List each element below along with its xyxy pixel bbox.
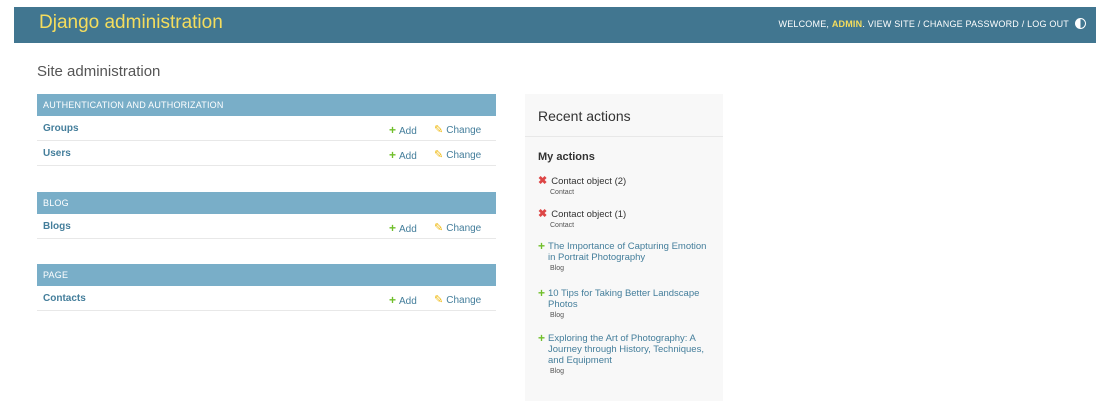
model-row-users: Users + Add ✎ Change (37, 141, 496, 166)
action-type: Blog (550, 368, 565, 375)
add-icon: + (389, 221, 397, 235)
change-label: Change (446, 223, 482, 234)
change-password-link[interactable]: CHANGE PASSWORD (923, 19, 1019, 29)
action-item: + The Importance of Capturing Emotion in… (538, 239, 716, 272)
my-actions-heading: My actions (538, 151, 595, 163)
site-brand-link[interactable]: Django administration (39, 12, 223, 34)
recent-actions-title: Recent actions (538, 108, 631, 124)
action-title: Contact object (1) (551, 209, 627, 220)
action-item: + 10 Tips for Taking Better Landscape Ph… (538, 286, 716, 319)
change-label: Change (446, 150, 482, 161)
add-icon: + (538, 286, 546, 300)
add-blogs-button[interactable]: + Add (389, 221, 417, 235)
module-blog: BLOG Blogs + Add ✎ Change (37, 192, 496, 239)
delete-icon: ✖ (538, 175, 548, 187)
action-title-link[interactable]: Exploring the Art of Photography: A Jour… (548, 333, 716, 366)
model-link-users[interactable]: Users (43, 148, 71, 159)
pencil-icon: ✎ (434, 222, 444, 234)
log-out-link[interactable]: LOG OUT (1027, 19, 1069, 29)
recent-actions-panel: Recent actions My actions ✖ Contact obje… (525, 94, 723, 401)
model-link-contacts[interactable]: Contacts (43, 293, 86, 304)
action-type: Blog (550, 312, 565, 319)
model-row-blogs: Blogs + Add ✎ Change (37, 214, 496, 239)
add-groups-button[interactable]: + Add (389, 123, 417, 137)
action-type: Contact (550, 222, 575, 229)
add-icon: + (389, 123, 397, 137)
add-icon: + (389, 293, 397, 307)
add-label: Add (399, 126, 417, 137)
delete-icon: ✖ (538, 208, 548, 220)
module-authentication: AUTHENTICATION AND AUTHORIZATION Groups … (37, 94, 496, 166)
header: Django administration WELCOME, ADMIN. VI… (14, 7, 1096, 43)
module-caption[interactable]: BLOG (37, 192, 496, 214)
module-caption[interactable]: PAGE (37, 264, 496, 286)
add-label: Add (399, 224, 417, 235)
add-icon: + (538, 331, 546, 345)
change-users-button[interactable]: ✎ Change (434, 148, 481, 161)
action-type: Blog (550, 265, 565, 272)
add-label: Add (399, 296, 417, 307)
model-link-blogs[interactable]: Blogs (43, 221, 71, 232)
model-row-contacts: Contacts + Add ✎ Change (37, 286, 496, 311)
pencil-icon: ✎ (434, 124, 444, 136)
action-item: ✖ Contact object (1) Contact (538, 208, 716, 230)
add-users-button[interactable]: + Add (389, 148, 417, 162)
separator: / (1021, 18, 1025, 29)
model-link-groups[interactable]: Groups (43, 123, 79, 134)
action-item: ✖ Contact object (2) Contact (538, 175, 716, 197)
separator: / (917, 18, 921, 29)
page-title: Site administration (37, 63, 161, 80)
pencil-icon: ✎ (434, 149, 444, 161)
divider (525, 136, 723, 137)
change-groups-button[interactable]: ✎ Change (434, 123, 481, 136)
welcome-text: WELCOME, (778, 18, 830, 29)
action-title: Contact object (2) (551, 176, 627, 187)
user-tools: WELCOME, ADMIN. VIEW SITE / CHANGE PASSW… (778, 18, 1086, 29)
action-type: Contact (550, 189, 575, 196)
add-icon: + (389, 148, 397, 162)
action-title-link[interactable]: 10 Tips for Taking Better Landscape Phot… (548, 288, 716, 310)
model-row-groups: Groups + Add ✎ Change (37, 116, 496, 141)
pencil-icon: ✎ (434, 294, 444, 306)
action-item: + Exploring the Art of Photography: A Jo… (538, 331, 716, 375)
change-label: Change (446, 125, 482, 136)
action-title-link[interactable]: The Importance of Capturing Emotion in P… (548, 241, 716, 263)
add-icon: + (538, 239, 546, 253)
change-label: Change (446, 295, 482, 306)
module-caption[interactable]: AUTHENTICATION AND AUTHORIZATION (37, 94, 496, 116)
module-page: PAGE Contacts + Add ✎ Change (37, 264, 496, 311)
add-contacts-button[interactable]: + Add (389, 293, 417, 307)
change-contacts-button[interactable]: ✎ Change (434, 293, 481, 306)
view-site-link[interactable]: VIEW SITE (868, 19, 915, 29)
add-label: Add (399, 151, 417, 162)
theme-toggle-icon[interactable] (1075, 18, 1086, 29)
username: ADMIN (831, 18, 863, 29)
change-blogs-button[interactable]: ✎ Change (434, 221, 481, 234)
